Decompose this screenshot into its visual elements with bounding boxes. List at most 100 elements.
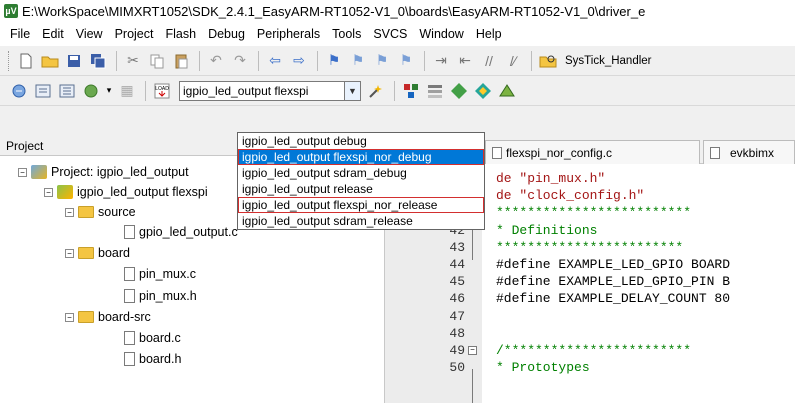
- target-option[interactable]: igpio_led_output release: [238, 181, 484, 197]
- file-toolbar: ✂ ↶ ↷ ⇦ ⇨ ⚑ ⚑ ⚑ ⚑ ⇥ ⇤ // /∕ SysTick_Hand…: [0, 46, 795, 76]
- function-label[interactable]: SysTick_Handler: [565, 55, 652, 67]
- toolbar-grip[interactable]: [8, 50, 11, 71]
- target-dropdown-list: igpio_led_output debug igpio_led_output …: [237, 132, 485, 230]
- menu-window[interactable]: Window: [413, 27, 469, 41]
- comment-icon[interactable]: //: [478, 50, 500, 72]
- target-option[interactable]: igpio_led_output debug: [238, 133, 484, 149]
- tree-item-file[interactable]: gpio_led_output.c: [124, 222, 238, 242]
- code-line[interactable]: 48: [385, 326, 795, 343]
- folder-icon: [78, 311, 94, 323]
- file-icon: [124, 267, 135, 281]
- manage-components-icon[interactable]: [400, 80, 422, 102]
- tree-item-label: gpio_led_output.c: [139, 225, 238, 239]
- tree-item-file[interactable]: board.c: [124, 328, 181, 348]
- fold-toggle-icon[interactable]: −: [468, 346, 477, 355]
- navigate-back-icon[interactable]: ⇦: [264, 50, 286, 72]
- new-file-icon[interactable]: [15, 50, 37, 72]
- collapse-icon[interactable]: −: [44, 187, 53, 197]
- menu-project[interactable]: Project: [109, 27, 160, 41]
- menu-help[interactable]: Help: [470, 27, 508, 41]
- code-line[interactable]: 43 ************************: [385, 240, 795, 257]
- tree-item-label: igpio_led_output flexspi: [77, 185, 208, 199]
- bookmark-next-icon[interactable]: ⚑: [371, 50, 393, 72]
- target-select-value[interactable]: igpio_led_output flexspi: [180, 84, 344, 98]
- tree-item-file[interactable]: pin_mux.h: [124, 286, 197, 306]
- target-option[interactable]: igpio_led_output sdram_release: [238, 213, 484, 229]
- download-icon[interactable]: LOAD: [151, 80, 173, 102]
- stop-build-icon[interactable]: ▦: [116, 80, 138, 102]
- bookmark-toggle-icon[interactable]: ⚑: [323, 50, 345, 72]
- code-text: ************************: [496, 239, 684, 255]
- unindent-icon[interactable]: ⇤: [454, 50, 476, 72]
- menu-bar: File Edit View Project Flash Debug Perip…: [0, 22, 795, 46]
- bookmark-prev-icon[interactable]: ⚑: [347, 50, 369, 72]
- menu-peripherals[interactable]: Peripherals: [251, 27, 326, 41]
- build-icon[interactable]: [32, 80, 54, 102]
- code-line[interactable]: 44 #define EXAMPLE_LED_GPIO BOARD: [385, 257, 795, 274]
- undo-icon[interactable]: ↶: [205, 50, 227, 72]
- tree-item-file[interactable]: pin_mux.c: [124, 264, 196, 284]
- cut-icon[interactable]: ✂: [122, 50, 144, 72]
- target-options-icon[interactable]: [365, 80, 387, 102]
- indent-icon[interactable]: ⇥: [430, 50, 452, 72]
- code-line[interactable]: 49− /************************: [385, 343, 795, 360]
- collapse-icon[interactable]: −: [18, 167, 27, 177]
- tree-item-target[interactable]: − igpio_led_output flexspi: [44, 182, 208, 202]
- code-line[interactable]: 45 #define EXAMPLE_LED_GPIO_PIN B: [385, 274, 795, 291]
- rte-icon[interactable]: [496, 80, 518, 102]
- menu-flash[interactable]: Flash: [159, 27, 202, 41]
- tree-item-label: Project: igpio_led_output: [51, 165, 189, 179]
- target-option-selected[interactable]: igpio_led_output flexspi_nor_debug: [238, 149, 484, 165]
- find-in-files-icon[interactable]: [537, 50, 559, 72]
- tree-item-label: board.h: [139, 352, 182, 366]
- paste-icon[interactable]: [170, 50, 192, 72]
- code-text: *************************: [496, 205, 692, 221]
- menu-tools[interactable]: Tools: [326, 27, 367, 41]
- collapse-icon[interactable]: −: [65, 248, 74, 258]
- toolbar-separator: [424, 50, 425, 71]
- copy-icon[interactable]: [146, 50, 168, 72]
- collapse-icon[interactable]: −: [65, 312, 74, 322]
- select-software-packs-icon[interactable]: [472, 80, 494, 102]
- code-line[interactable]: 47: [385, 309, 795, 326]
- code-text: * Definitions: [496, 222, 598, 238]
- uncomment-icon[interactable]: /∕: [502, 50, 524, 72]
- tree-item-file[interactable]: board.h: [124, 349, 181, 369]
- tab-flexspi-nor-config[interactable]: flexspi_nor_config.c: [485, 140, 700, 164]
- tree-item-project[interactable]: − Project: igpio_led_output: [18, 162, 189, 182]
- file-extensions-icon[interactable]: [424, 80, 446, 102]
- code-line[interactable]: 46 #define EXAMPLE_DELAY_COUNT 80: [385, 291, 795, 308]
- toolbar-separator: [531, 50, 532, 71]
- menu-debug[interactable]: Debug: [202, 27, 251, 41]
- target-option[interactable]: igpio_led_output flexspi_nor_release: [238, 197, 484, 213]
- rebuild-icon[interactable]: [56, 80, 78, 102]
- tree-item-group-source[interactable]: − source: [65, 202, 136, 222]
- translate-icon[interactable]: [8, 80, 30, 102]
- collapse-icon[interactable]: −: [65, 207, 74, 217]
- menu-view[interactable]: View: [70, 27, 109, 41]
- target-select[interactable]: igpio_led_output flexspi ▼: [179, 80, 361, 101]
- code-text: #define EXAMPLE_LED_GPIO BOARD: [496, 257, 731, 272]
- bookmark-clear-icon[interactable]: ⚑: [395, 50, 417, 72]
- tree-item-group-board-src[interactable]: − board-src: [65, 307, 151, 327]
- pack-installer-icon[interactable]: [448, 80, 470, 102]
- menu-svcs[interactable]: SVCS: [367, 27, 413, 41]
- tree-item-label: board: [98, 246, 130, 260]
- navigate-forward-icon[interactable]: ⇨: [288, 50, 310, 72]
- target-icon: [57, 185, 73, 199]
- batch-build-dropdown-icon[interactable]: ▾: [104, 80, 114, 102]
- target-option[interactable]: igpio_led_output sdram_debug: [238, 165, 484, 181]
- menu-edit[interactable]: Edit: [36, 27, 70, 41]
- code-text: #define EXAMPLE_LED_GPIO_PIN B: [496, 274, 731, 290]
- code-line[interactable]: 50 * Prototypes: [385, 360, 795, 377]
- chevron-down-icon[interactable]: ▼: [344, 81, 360, 100]
- save-icon[interactable]: [63, 50, 85, 72]
- save-all-icon[interactable]: [87, 50, 109, 72]
- tree-item-group-board[interactable]: − board: [65, 243, 130, 263]
- tab-evkbimx[interactable]: evkbimx: [703, 140, 795, 164]
- batch-build-icon[interactable]: [80, 80, 102, 102]
- code-text: de "clock_config.h": [496, 188, 645, 204]
- open-folder-icon[interactable]: [39, 50, 61, 72]
- menu-file[interactable]: File: [4, 27, 36, 41]
- redo-icon[interactable]: ↷: [229, 50, 251, 72]
